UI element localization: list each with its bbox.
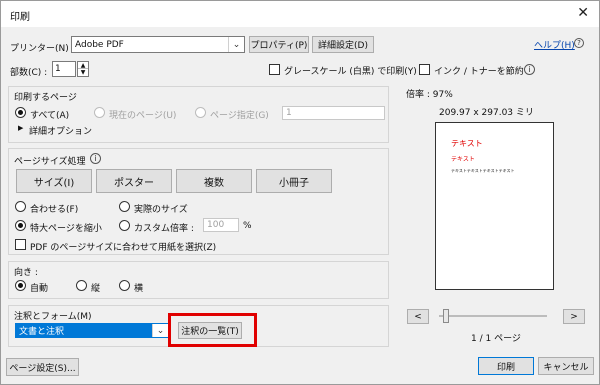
comments-select[interactable]: 文書と注釈 ⌄ — [15, 323, 169, 338]
pages-specify-radio[interactable] — [195, 107, 206, 118]
poster-tab-button[interactable]: ポスター — [96, 169, 172, 193]
chevron-down-icon: ⌄ — [152, 324, 168, 337]
sizing-title: ページサイズ処理 — [14, 157, 86, 167]
choose-paper-label: PDF のページサイズに合わせて用紙を選択(Z) — [30, 243, 217, 253]
properties-button[interactable]: プロパティ(P) — [249, 36, 309, 53]
custom-scale-radio[interactable] — [119, 220, 130, 231]
printer-select-value: Adobe PDF — [75, 39, 124, 50]
grayscale-label: グレースケール (白黒) で印刷(Y) — [284, 67, 417, 77]
percent-label: % — [243, 221, 252, 231]
orientation-panel — [8, 261, 389, 299]
actual-size-label: 実際のサイズ — [134, 205, 188, 215]
pages-title: 印刷するページ — [14, 93, 77, 103]
custom-scale-value: 100 — [207, 220, 225, 230]
page-slider-thumb[interactable] — [443, 309, 449, 323]
orientation-portrait-radio[interactable] — [76, 280, 87, 291]
choose-paper-checkbox[interactable] — [15, 239, 26, 250]
print-dialog: 印刷 ✕ プリンター(N) : Adobe PDF ⌄ プロパティ(P) 詳細設… — [0, 0, 600, 385]
stepper-down-icon[interactable]: ▼ — [78, 69, 88, 76]
shrink-label: 特大ページを縮小 — [30, 224, 102, 234]
preview-doc-subtitle: テキスト — [451, 156, 475, 163]
print-button[interactable]: 印刷 — [478, 357, 534, 375]
page-range-input[interactable]: 1 — [282, 106, 385, 120]
more-options-toggle[interactable]: 詳細オプション — [29, 124, 92, 137]
orientation-landscape-label: 横 — [134, 284, 144, 294]
copies-label: 部数(C) : — [10, 68, 48, 78]
cancel-button[interactable]: キャンセル — [538, 357, 594, 375]
pages-specify-label: ページ指定(G) — [210, 111, 269, 121]
prev-page-button[interactable]: < — [407, 309, 429, 324]
page-counter: 1 / 1 ページ — [471, 334, 521, 344]
help-link[interactable]: ヘルプ(H) — [534, 38, 575, 51]
pages-current-label: 現在のページ(U) — [109, 111, 177, 121]
page-setup-button[interactable]: ページ設定(S)... — [6, 358, 79, 376]
copies-stepper[interactable]: ▲ ▼ — [77, 61, 89, 77]
shrink-radio[interactable] — [15, 220, 26, 231]
custom-scale-label: カスタム倍率 : — [134, 224, 194, 234]
orientation-auto-radio[interactable] — [15, 280, 26, 291]
scale-label: 倍率 : 97% — [406, 90, 453, 100]
booklet-tab-button[interactable]: 小冊子 — [256, 169, 332, 193]
close-icon[interactable]: ✕ — [577, 5, 589, 21]
printer-select[interactable]: Adobe PDF ⌄ — [71, 36, 245, 53]
stepper-up-icon[interactable]: ▲ — [78, 62, 88, 69]
multiple-tab-button[interactable]: 複数 — [176, 169, 252, 193]
pages-all-radio[interactable] — [15, 107, 26, 118]
page-range-value: 1 — [286, 108, 292, 118]
help-icon[interactable]: ? — [574, 38, 584, 48]
pages-current-radio[interactable] — [94, 107, 105, 118]
sizing-info-icon[interactable]: i — [90, 153, 101, 164]
expand-icon[interactable]: ▶ — [18, 124, 23, 132]
preview-doc-title: テキスト — [451, 139, 483, 148]
actual-size-radio[interactable] — [119, 201, 130, 212]
copies-input[interactable]: 1 — [52, 61, 76, 77]
chevron-down-icon: ⌄ — [228, 37, 244, 52]
preview-page: テキスト テキスト テキストテキストテキストテキスト — [435, 122, 554, 290]
highlight-box — [168, 313, 257, 347]
next-page-button[interactable]: > — [563, 309, 585, 324]
save-ink-label: インク / トナーを節約 — [434, 67, 524, 77]
comments-title: 注釈とフォーム(M) — [14, 312, 92, 322]
grayscale-checkbox[interactable] — [269, 64, 280, 75]
comments-select-value: 文書と注釈 — [19, 327, 65, 337]
info-icon[interactable]: i — [524, 64, 535, 75]
title-bar: 印刷 ✕ — [1, 1, 599, 27]
pages-all-label: すべて(A) — [30, 111, 70, 121]
orientation-auto-label: 自動 — [30, 284, 49, 294]
orientation-title: 向き : — [14, 268, 38, 278]
preview-doc-line: テキストテキストテキストテキスト — [451, 168, 515, 173]
save-ink-checkbox[interactable] — [419, 64, 430, 75]
printer-label: プリンター(N) : — [10, 44, 75, 54]
dialog-title: 印刷 — [10, 12, 30, 23]
size-tab-button[interactable]: サイズ(I) — [16, 169, 92, 193]
paper-dimensions: 209.97 x 297.03 ミリ — [439, 108, 534, 118]
copies-value: 1 — [55, 64, 61, 74]
orientation-portrait-label: 縦 — [91, 284, 101, 294]
orientation-landscape-radio[interactable] — [119, 280, 130, 291]
page-slider-track[interactable] — [439, 315, 547, 317]
advanced-button[interactable]: 詳細設定(D) — [312, 36, 374, 53]
custom-scale-input[interactable]: 100 — [203, 218, 239, 232]
fit-label: 合わせる(F) — [30, 205, 79, 215]
fit-radio[interactable] — [15, 201, 26, 212]
